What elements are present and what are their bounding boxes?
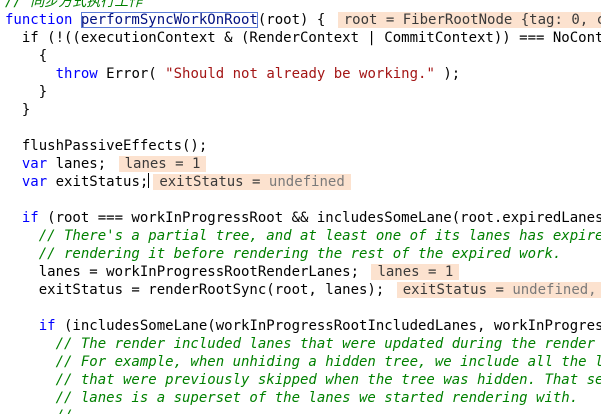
code-token: var: [21, 174, 48, 190]
code-line[interactable]: function performSyncWorkOnRoot(root) { r…: [5, 11, 601, 29]
code-line[interactable]: // that were previously skipped when the…: [5, 371, 601, 389]
code-line[interactable]: if (!((executionContext & (RenderContext…: [5, 29, 601, 47]
code-token: if: [38, 318, 56, 334]
code-token: var: [21, 156, 48, 172]
code-token: );: [434, 66, 461, 82]
debug-equals: =: [243, 174, 269, 190]
code-line[interactable]: {: [5, 47, 601, 65]
code-token: (root === workInProgressRoot && includes…: [38, 210, 601, 226]
code-token: // For example, when unhiding a hidden t…: [5, 354, 601, 370]
inline-debug-value: exitStatus = undefined: [153, 174, 351, 190]
code-line[interactable]: [5, 191, 601, 209]
code-line[interactable]: // 同步方式执行工作: [5, 0, 601, 11]
code-line[interactable]: // The render included lanes that were u…: [5, 335, 601, 353]
code-token: "Should not already be working.": [165, 66, 435, 82]
code-token: if: [21, 210, 39, 226]
code-token: lanes = workInProgressRootRenderLanes;: [5, 264, 368, 280]
debug-var-value: FiberRootNode {tag: 0, co: [402, 12, 601, 28]
code-token: exitStatus = renderRootSync(root, lanes)…: [5, 282, 393, 298]
code-line[interactable]: // There's a partial tree, and at least …: [5, 227, 601, 245]
code-line[interactable]: }: [5, 83, 601, 101]
function-name-token: performSyncWorkOnRoot: [80, 12, 258, 28]
code-line[interactable]: throw Error( "Should not already be work…: [5, 65, 601, 83]
inline-debug-value: root = FiberRootNode {tag: 0, co: [337, 12, 601, 28]
code-line[interactable]: exitStatus = renderRootSync(root, lanes)…: [5, 281, 601, 299]
inline-debug-value: exitStatus = undefined, r: [396, 282, 601, 298]
code-token: // There's a partial tree, and at least …: [5, 228, 601, 244]
code-line[interactable]: var lanes; lanes = 1: [5, 155, 601, 173]
code-line[interactable]: // rendering it before rendering the res…: [5, 245, 601, 263]
code-token: // that were previously skipped when the…: [5, 372, 601, 388]
debug-var-value: 1: [444, 264, 454, 280]
debug-var-name: exitStatus: [402, 282, 488, 298]
code-line[interactable]: var exitStatus; exitStatus = undefined: [5, 173, 601, 191]
debug-var-name: exitStatus: [159, 174, 244, 190]
code-token: exitStatus;: [47, 174, 149, 190]
code-lines[interactable]: // 同步方式执行工作 function performSyncWorkOnRoo…: [5, 0, 601, 414]
code-line[interactable]: [5, 299, 601, 317]
code-token: (includesSomeLane(workInProgressRootIncl…: [55, 318, 601, 334]
code-token: Error(: [97, 66, 166, 82]
code-line[interactable]: lanes = workInProgressRootRenderLanes; l…: [5, 263, 601, 281]
code-token: if (!((executionContext & (RenderContext…: [5, 30, 601, 46]
debug-equals: =: [377, 12, 403, 28]
code-token: // rendering it before rendering the res…: [5, 246, 562, 262]
inline-debug-value: lanes = 1: [118, 156, 207, 172]
code-token: (root) {: [257, 12, 334, 28]
code-token: // lanes is a superset of the lanes we s…: [5, 390, 579, 406]
debug-var-value: undefined, r: [512, 282, 597, 298]
debug-equals: =: [166, 156, 193, 172]
code-line[interactable]: }: [5, 101, 601, 119]
text-cursor: [148, 173, 150, 188]
code-line[interactable]: // For example, when unhiding a hidden t…: [5, 353, 601, 371]
debug-var-value: undefined: [268, 174, 345, 190]
code-token: lanes;: [47, 156, 115, 172]
debug-var-value: 1: [192, 156, 201, 172]
code-editor[interactable]: // 同步方式执行工作 function performSyncWorkOnRoo…: [0, 0, 601, 414]
code-line[interactable]: //: [5, 407, 601, 414]
code-line[interactable]: // lanes is a superset of the lanes we s…: [5, 389, 601, 407]
code-token: // The render included lanes that were u…: [5, 336, 601, 352]
debug-var-name: lanes: [124, 156, 167, 172]
code-token: }: [5, 84, 48, 100]
code-token: {: [5, 48, 48, 64]
code-line[interactable]: if (root === workInProgressRoot && inclu…: [5, 209, 601, 227]
debug-var-name: root: [343, 12, 378, 28]
code-token: flushPassiveEffects();: [5, 138, 208, 154]
code-line[interactable]: [5, 119, 601, 137]
inline-debug-value: lanes = 1: [371, 264, 460, 280]
debug-var-name: lanes: [377, 264, 420, 280]
code-token: // 同步方式执行工作: [5, 0, 143, 10]
code-token: throw: [55, 66, 98, 82]
code-token: function: [5, 12, 81, 28]
debug-equals: =: [419, 264, 445, 280]
code-line[interactable]: flushPassiveEffects();: [5, 137, 601, 155]
code-token: }: [5, 102, 31, 118]
debug-equals: =: [487, 282, 513, 298]
code-token: //: [5, 408, 73, 414]
code-line[interactable]: if (includesSomeLane(workInProgressRootI…: [5, 317, 601, 335]
